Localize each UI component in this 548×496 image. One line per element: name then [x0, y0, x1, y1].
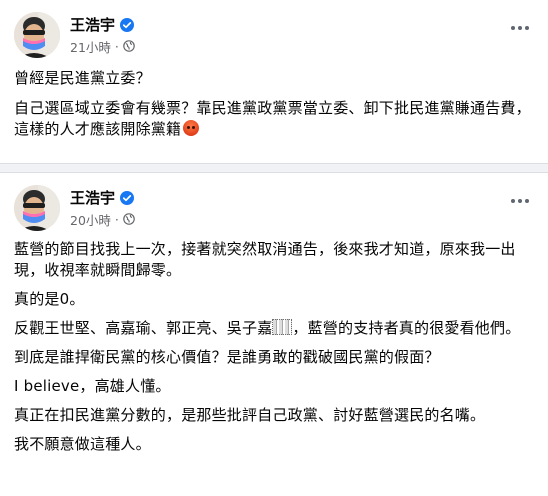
more-options-dot	[525, 26, 529, 30]
more-options-button[interactable]	[506, 191, 534, 211]
post-text: 真的是0。	[14, 290, 85, 308]
more-options-dot	[518, 199, 522, 203]
post-text: I believe，高雄人懂。	[14, 377, 171, 395]
post-card-2: 王浩宇 20小時 · 藍營的節目找我上一次，接著就突然取消通告，後來我才知道，原…	[0, 172, 548, 496]
author-name[interactable]: 王浩宇	[70, 15, 115, 35]
post-timestamp[interactable]: 20小時	[70, 210, 111, 229]
post-text: 藍營的節目找我上一次，接著就突然取消通告，後來我才知道，原來我一出現，收視率就瞬…	[14, 240, 516, 279]
post-header: 王浩宇 20小時 ·	[14, 185, 534, 233]
angry-emoji-icon	[183, 120, 200, 136]
post-text: 反觀王世堅、高嘉瑜、郭正亮、吳子嘉	[14, 319, 273, 337]
avatar[interactable]	[14, 185, 60, 231]
verified-badge-icon	[120, 191, 135, 205]
globe-icon	[123, 213, 135, 225]
censored-mosaic-icon	[272, 319, 293, 335]
post-body: 藍營的節目找我上一次，接著就突然取消通告，後來我才知道，原來我一出現，收視率就瞬…	[14, 239, 532, 463]
meta-separator: ·	[114, 38, 119, 54]
more-options-icon	[511, 26, 515, 30]
post-text: 到底是誰捍衛民黨的核心價值？是誰勇敢的戳破國民黨的假面？	[14, 348, 440, 366]
post-text: 自己選區域立委會有幾票？靠民進黨政黨票當立委、卸下批民進黨賺通告費，這樣的人才應…	[14, 99, 531, 138]
avatar[interactable]	[14, 12, 60, 58]
more-options-dot	[518, 26, 522, 30]
globe-icon	[123, 40, 135, 52]
post-text: ，藍營的支持者真的很愛看他們。	[292, 319, 521, 337]
post-body: 曾經是民進黨立委？ 自己選區域立委會有幾票？靠民進黨政黨票當立委、卸下批民進黨賺…	[14, 68, 532, 140]
post-card-1: 王浩宇 21小時 · 曾經是民進黨立委？ 自己選區域立委會有幾票？靠民進黨政黨票…	[0, 0, 548, 164]
post-text-line: 自己選區域立委會有幾票？靠民進黨政黨票當立委、卸下批民進黨賺通告費，這樣的人才應…	[14, 98, 532, 140]
post-text: 我不願意做這種人。	[14, 435, 151, 453]
author-name[interactable]: 王浩宇	[70, 188, 115, 208]
meta-separator: ·	[114, 211, 119, 227]
more-options-button[interactable]	[506, 18, 534, 38]
verified-badge-icon	[120, 18, 135, 32]
avatar-image	[14, 185, 60, 231]
avatar-image	[14, 12, 60, 58]
post-text-line: 反觀王世堅、高嘉瑜、郭正亮、吳子嘉 ，藍營的支持者真的很愛看他們。	[14, 318, 532, 339]
post-text: 真正在扣民進黨分數的，是那些批評自己政黨、討好藍營選民的名嘴。	[14, 406, 486, 424]
more-options-dot	[525, 199, 529, 203]
post-header: 王浩宇 21小時 ·	[14, 12, 534, 60]
post-text: 曾經是民進黨立委？	[14, 69, 151, 87]
more-options-icon	[511, 199, 515, 203]
post-timestamp[interactable]: 21小時	[70, 37, 111, 56]
